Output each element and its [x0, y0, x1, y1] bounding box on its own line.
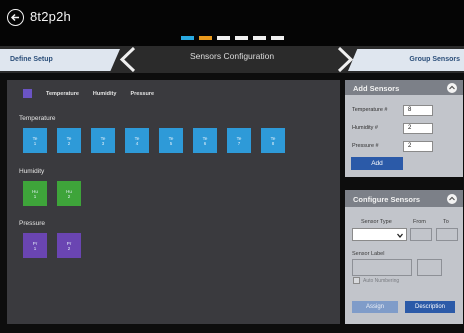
- legend-color-swatch: [23, 89, 32, 98]
- sensor-tile-pressure[interactable]: Pr 1: [23, 233, 47, 258]
- sensor-tile-number: 4: [135, 141, 139, 146]
- sensor-tile-number: 2: [67, 141, 71, 146]
- chevron-down-icon: [397, 233, 403, 238]
- add-sensors-panel: Add Sensors Temperature # 8 Humidity # 2…: [345, 80, 463, 177]
- sensor-tile-pressure[interactable]: Pr 2: [57, 233, 81, 258]
- sensor-canvas: Temperature Humidity Pressure Temperatur…: [7, 80, 340, 324]
- temperature-count-label: Temperature #: [352, 107, 388, 113]
- add-button[interactable]: Add: [351, 157, 403, 170]
- legend-item-temperature: Temperature: [46, 90, 79, 97]
- sensor-label-suffix-input[interactable]: [417, 259, 442, 276]
- sensor-tile-temperature[interactable]: Te 4: [125, 128, 149, 153]
- section-label-pressure: Pressure: [19, 220, 46, 227]
- sensor-tile-number: 1: [33, 141, 37, 146]
- step-indicator: [181, 36, 194, 40]
- pressure-count-label: Pressure #: [352, 143, 379, 149]
- sensor-tile-humidity[interactable]: Hu 1: [23, 181, 47, 206]
- sensor-tile-temperature[interactable]: Te 7: [227, 128, 251, 153]
- sensor-tile-temperature[interactable]: Te 5: [159, 128, 183, 153]
- sensor-tile-temperature[interactable]: Te 6: [193, 128, 217, 153]
- sensor-tile-number: 1: [33, 246, 37, 251]
- panel-title: Configure Sensors: [353, 195, 421, 204]
- panel-header: Configure Sensors: [345, 190, 463, 207]
- sensor-tile-number: 6: [203, 141, 207, 146]
- sensor-tile-number: 7: [237, 141, 241, 146]
- panel-header: Add Sensors: [345, 80, 463, 95]
- humidity-count-input[interactable]: 2: [403, 123, 433, 134]
- sensor-tile-temperature[interactable]: Te 1: [23, 128, 47, 153]
- sensor-type-select[interactable]: [352, 228, 407, 241]
- sensor-tile-number: 2: [67, 194, 71, 199]
- pressure-count-input[interactable]: 2: [403, 141, 433, 152]
- section-label-temperature: Temperature: [19, 115, 56, 122]
- step-indicator: [217, 36, 230, 40]
- sensor-tile-number: 2: [67, 246, 71, 251]
- sensor-label-input[interactable]: [352, 259, 412, 276]
- section-label-humidity: Humidity: [19, 168, 45, 175]
- from-input[interactable]: [410, 228, 432, 241]
- step-indicator: [235, 36, 248, 40]
- to-input[interactable]: [436, 228, 458, 241]
- to-label: To: [443, 219, 449, 225]
- sensor-tile-humidity[interactable]: Hu 2: [57, 181, 81, 206]
- from-label: From: [413, 219, 426, 225]
- sensor-type-label: Sensor Type: [361, 219, 392, 225]
- auto-numbering-checkbox[interactable]: [353, 277, 360, 284]
- sensor-legend: Temperature Humidity Pressure: [23, 89, 168, 98]
- sensor-tile-number: 8: [271, 141, 275, 146]
- temperature-count-input[interactable]: 8: [403, 105, 433, 116]
- collapse-icon[interactable]: [447, 83, 457, 93]
- back-arrow-icon[interactable]: [7, 9, 24, 26]
- step-indicator: [271, 36, 284, 40]
- next-step-label: Group Sensors: [409, 56, 460, 63]
- sensor-label-label: Sensor Label: [352, 251, 385, 257]
- assign-button[interactable]: Assign: [352, 301, 398, 313]
- sensor-tile-number: 3: [101, 141, 105, 146]
- step-indicator: [199, 36, 212, 40]
- legend-item-humidity: Humidity: [92, 90, 117, 97]
- legend-item-pressure: Pressure: [130, 90, 154, 97]
- top-bar: 8t2p2h: [0, 0, 464, 46]
- collapse-icon[interactable]: [447, 194, 457, 204]
- sensor-tile-temperature[interactable]: Te 2: [57, 128, 81, 153]
- next-step-button[interactable]: Group Sensors: [348, 49, 464, 71]
- sensor-tile-number: 1: [33, 194, 37, 199]
- step-progress: [181, 36, 284, 40]
- sensor-tile-temperature[interactable]: Te 3: [91, 128, 115, 153]
- humidity-count-label: Humidity #: [352, 125, 378, 131]
- panel-title: Add Sensors: [353, 84, 400, 93]
- nav-bar: Define Setup Sensors Configuration Group…: [0, 46, 464, 73]
- description-button[interactable]: Description: [405, 301, 455, 313]
- configure-sensors-panel: Configure Sensors Sensor Type From To Se…: [345, 190, 463, 324]
- app-title: 8t2p2h: [30, 9, 71, 24]
- auto-numbering-label: Auto Numbering: [363, 278, 400, 284]
- sensor-tile-temperature[interactable]: Te 8: [261, 128, 285, 153]
- step-indicator: [253, 36, 266, 40]
- sensor-tile-number: 5: [169, 141, 173, 146]
